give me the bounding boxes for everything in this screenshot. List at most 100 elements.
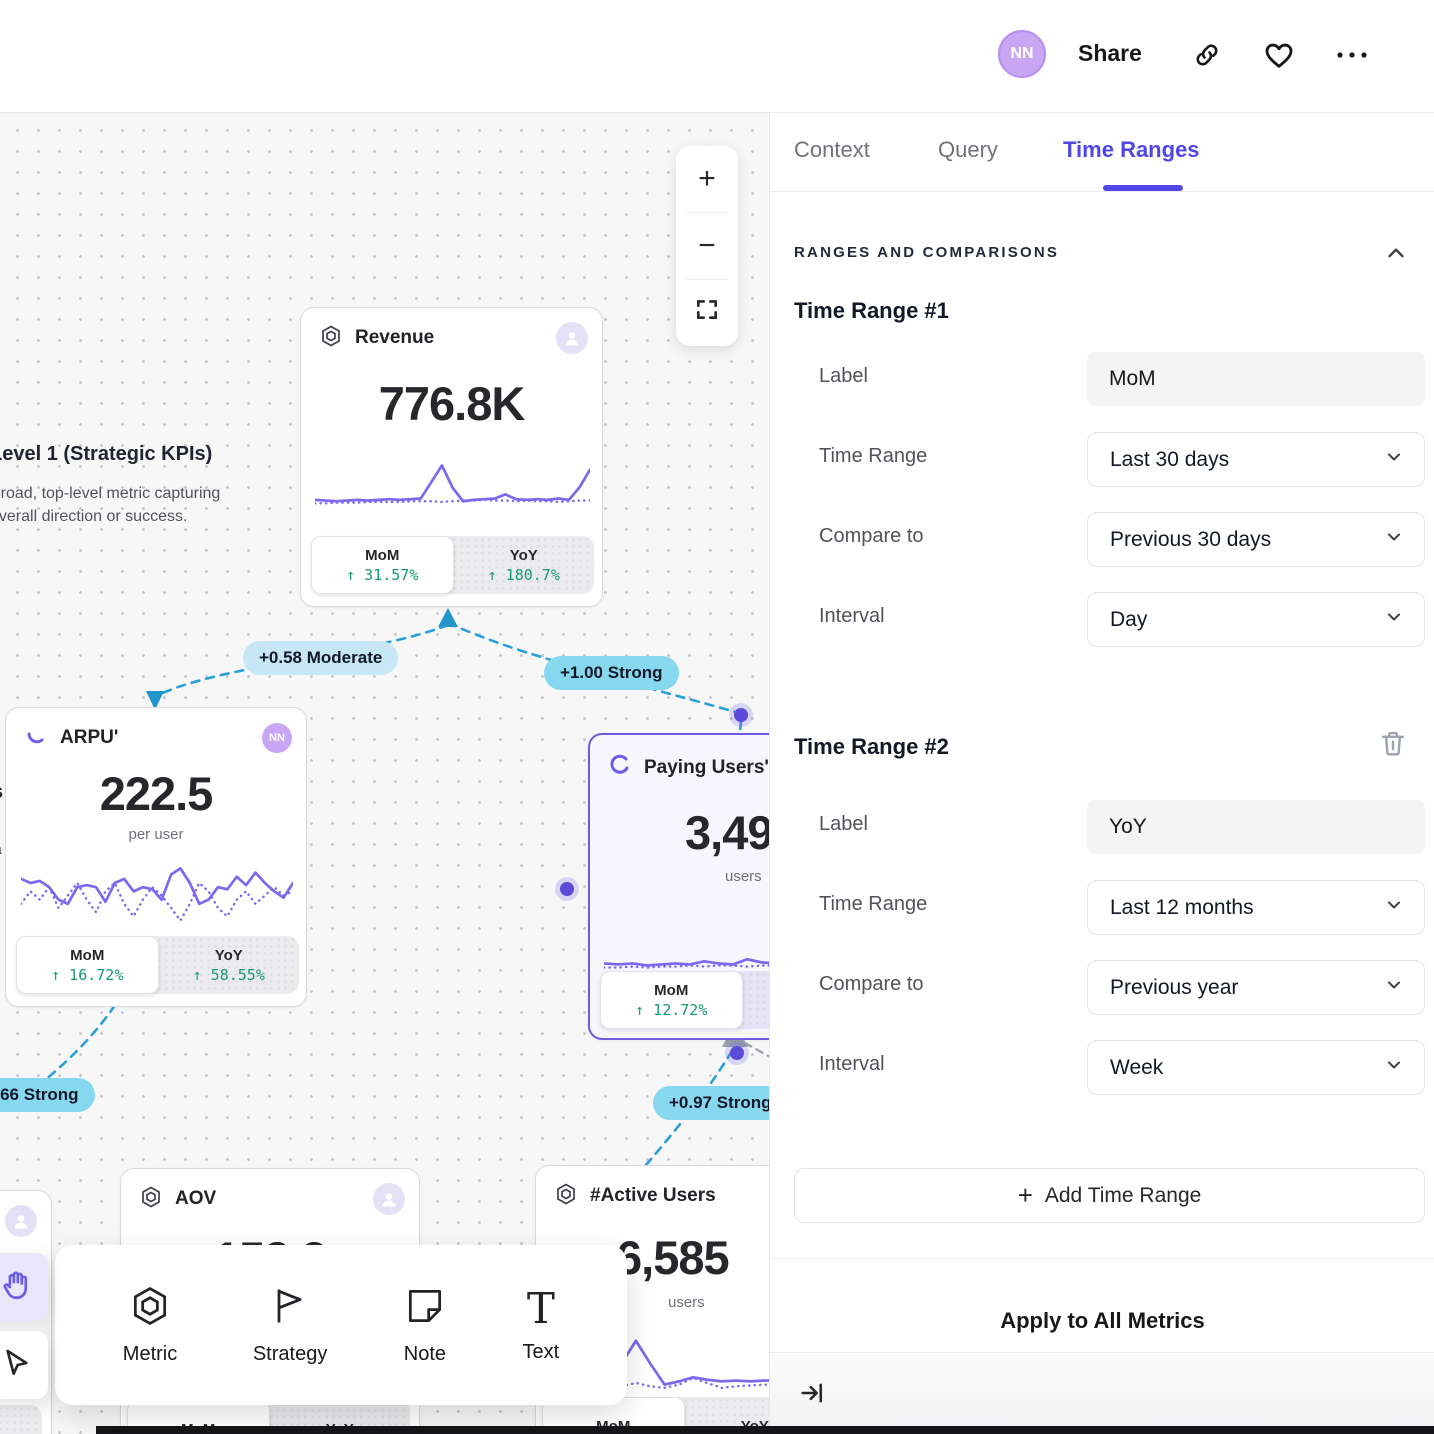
copy-link-icon[interactable] — [1192, 40, 1222, 75]
comparison-toggle — [0, 1405, 42, 1434]
interval-select[interactable]: Day — [1087, 592, 1425, 647]
metric-value: 3,495 — [590, 805, 769, 860]
delete-time-range-icon[interactable] — [1378, 728, 1408, 763]
select-value: Last 30 days — [1110, 448, 1384, 472]
panel-footer — [770, 1352, 1434, 1434]
chevron-down-icon — [1384, 607, 1404, 633]
tool-text[interactable]: T Text — [523, 1287, 560, 1364]
mom-pill[interactable]: MoM ↑ 16.72% — [16, 936, 159, 994]
tool-strategy[interactable]: Strategy — [253, 1284, 327, 1366]
note-title[interactable]: Level 1 (Strategic KPIs) — [0, 443, 212, 466]
mom-pill[interactable]: MoM ↑ 31.57% — [311, 536, 454, 594]
hexagon-metric-icon — [554, 1182, 578, 1211]
user-avatar[interactable]: NN — [998, 30, 1046, 78]
note-body-line2: overall direction or success. — [0, 505, 220, 528]
field-label: Label — [819, 813, 868, 836]
metric-card-paying-users[interactable]: Paying Users' 3,495 users MoM ↑ 12.72% — [588, 733, 769, 1040]
label-input[interactable]: YoY — [1087, 800, 1425, 854]
divider — [770, 1258, 1434, 1259]
more-options-icon[interactable] — [1334, 42, 1370, 73]
field-label: Compare to — [819, 525, 924, 548]
metric-unit: users — [590, 868, 769, 885]
owner-badge-nn[interactable]: NN — [262, 723, 292, 753]
zoom-out-button[interactable]: − — [676, 213, 738, 279]
owner-avatar-icon[interactable] — [556, 322, 588, 354]
chevron-up-icon[interactable] — [1383, 241, 1409, 272]
pill-value: ↑ 58.55% — [193, 966, 265, 984]
compare-to-select[interactable]: Previous year — [1087, 960, 1425, 1015]
time-range-select[interactable]: Last 12 months — [1087, 880, 1425, 935]
card-title: ARPU' — [60, 727, 250, 749]
pill-label: YoY — [215, 947, 243, 964]
connector-handle[interactable] — [730, 1046, 744, 1060]
collapse-panel-icon[interactable] — [798, 1379, 826, 1412]
hand-icon — [0, 1268, 34, 1307]
tab-time-ranges[interactable]: Time Ranges — [1063, 137, 1200, 163]
label-input[interactable]: MoM — [1087, 352, 1425, 406]
sparkline-chart — [604, 903, 769, 978]
field-label: Interval — [819, 1053, 885, 1076]
time-range-2-title: Time Range #2 — [794, 734, 949, 760]
compare-to-select[interactable]: Previous 30 days — [1087, 512, 1425, 567]
favorite-heart-icon[interactable] — [1262, 38, 1296, 77]
metric-card-arpu[interactable]: ARPU' NN 222.5 per user MoM ↑ 16.72% YoY… — [5, 707, 307, 1007]
tool-label: Strategy — [253, 1343, 327, 1366]
tool-note[interactable]: Note — [403, 1284, 447, 1366]
select-tool-button[interactable] — [0, 1331, 48, 1399]
metric-value: 222.5 — [6, 766, 306, 821]
zoom-in-button[interactable]: + — [676, 146, 738, 212]
hexagon-metric-icon — [319, 324, 343, 353]
clipped-text-fragment: a — [0, 841, 2, 859]
field-label: Compare to — [819, 973, 924, 996]
owner-avatar-icon[interactable] — [373, 1183, 405, 1215]
field-label: Time Range — [819, 893, 927, 916]
mom-pill[interactable]: MoM ↑ 12.72% — [600, 971, 743, 1029]
spinner-icon — [24, 724, 48, 753]
cursor-icon — [1, 1347, 33, 1384]
add-time-range-button[interactable]: + Add Time Range — [794, 1168, 1425, 1223]
chevron-down-icon — [1384, 895, 1404, 921]
pill-value: ↑ 31.57% — [346, 566, 418, 584]
text-icon: T — [527, 1287, 555, 1331]
bottom-dark-strip — [96, 1426, 1434, 1434]
share-button[interactable]: Share — [1078, 40, 1142, 67]
yoy-pill[interactable] — [743, 971, 770, 1029]
correlation-badge-revenue-arpu[interactable]: +0.58 Moderate — [243, 641, 398, 675]
metric-tree-canvas[interactable]: + − Level 1 (Strategic KPIs) Broad, top-… — [0, 113, 769, 1434]
correlation-badge-arpu-aov[interactable]: +0.66 Strong — [0, 1078, 95, 1112]
note-body-line1: Broad, top-level metric capturing — [0, 482, 220, 505]
card-title: AOV — [175, 1188, 361, 1210]
pill-label: MoM — [654, 982, 688, 999]
comparison-toggle: MoM ↑ 16.72% YoY ↑ 58.55% — [16, 936, 299, 994]
spinner-icon — [608, 754, 632, 783]
correlation-badge-paying-active[interactable]: +0.97 Strong — [653, 1086, 769, 1120]
chevron-down-icon — [1384, 975, 1404, 1001]
hand-tool-button[interactable] — [0, 1253, 48, 1321]
fit-view-button[interactable] — [676, 280, 738, 346]
hexagon-metric-icon — [128, 1284, 172, 1333]
sparkline-chart — [315, 460, 590, 515]
tab-context[interactable]: Context — [794, 137, 870, 163]
correlation-badge-revenue-paying[interactable]: +1.00 Strong — [544, 656, 679, 690]
comparison-toggle: MoM ↑ 12.72% — [600, 971, 769, 1029]
clipped-text-fragment: s — [0, 781, 3, 804]
flag-icon — [268, 1284, 312, 1333]
apply-to-all-metrics-button[interactable]: Apply to All Metrics — [770, 1291, 1434, 1351]
connector-handle[interactable] — [734, 708, 748, 722]
interval-select[interactable]: Week — [1087, 1040, 1425, 1095]
tool-metric[interactable]: Metric — [123, 1284, 177, 1366]
connector-handle[interactable] — [560, 882, 574, 896]
select-value: Week — [1110, 1056, 1384, 1080]
yoy-pill[interactable]: YoY ↑ 58.55% — [159, 936, 300, 994]
select-value: Previous year — [1110, 976, 1384, 1000]
chevron-down-icon — [1384, 447, 1404, 473]
pill-label: YoY — [510, 547, 538, 564]
yoy-pill[interactable]: YoY ↑ 180.7% — [454, 536, 595, 594]
tab-query[interactable]: Query — [938, 137, 998, 163]
time-range-select[interactable]: Last 30 days — [1087, 432, 1425, 487]
field-label: Interval — [819, 605, 885, 628]
owner-avatar-icon[interactable] — [5, 1205, 37, 1237]
metric-card-revenue[interactable]: Revenue 776.8K MoM ↑ 31.57% YoY ↑ 180.7% — [300, 307, 603, 607]
settings-panel: Context Query Time Ranges RANGES AND COM… — [769, 113, 1434, 1434]
active-tab-indicator — [1103, 185, 1183, 191]
